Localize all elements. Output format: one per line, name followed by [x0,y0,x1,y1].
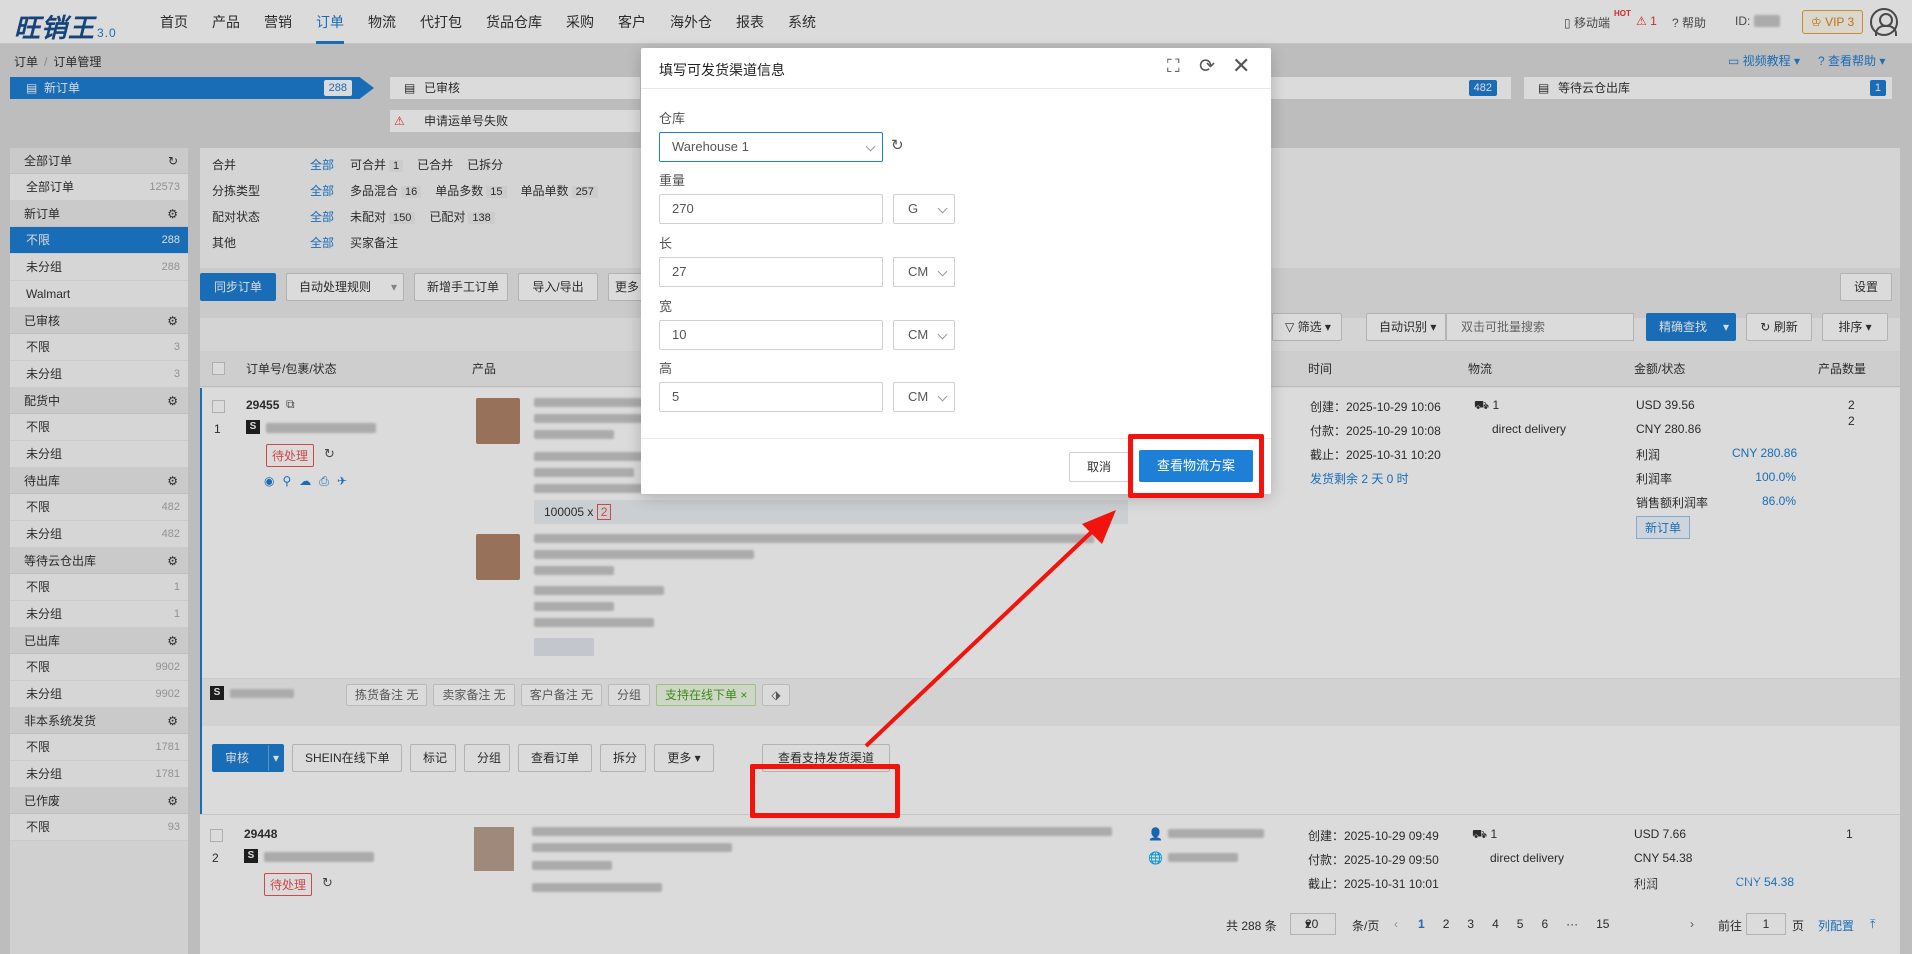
dialog-title: 填写可发货渠道信息 [659,62,785,78]
dialog-header-divider [641,88,1271,89]
chevron-down-icon [937,203,948,214]
chevron-down-icon [937,391,948,402]
height-input[interactable]: 5 [659,382,883,412]
fullscreen-icon[interactable]: ⛶ [1167,56,1180,77]
length-input[interactable]: 27 [659,257,883,287]
length-unit-select[interactable]: CM [893,257,955,287]
height-label: 高 [659,361,673,376]
width-input[interactable]: 10 [659,320,883,350]
highlight-box-confirm [1128,434,1264,498]
shipping-channel-dialog: 填写可发货渠道信息 ⛶ ⟳ ✕ 仓库 Warehouse 1 ↻ 重量 270 … [641,48,1271,494]
width-label: 宽 [659,299,673,314]
height-unit-select[interactable]: CM [893,382,955,412]
width-unit-select[interactable]: CM [893,320,955,350]
annotation-arrow [864,510,1116,748]
weight-input[interactable]: 270 [659,194,883,224]
weight-unit-select[interactable]: G [893,194,955,224]
chevron-down-icon [937,329,948,340]
reload-icon[interactable]: ⟳ [1199,55,1215,78]
cancel-button[interactable]: 取消 [1069,452,1129,482]
close-icon[interactable]: ✕ [1232,53,1250,79]
refresh-warehouse-icon[interactable]: ↻ [891,136,904,154]
weight-label: 重量 [659,173,686,188]
chevron-down-icon [865,141,876,152]
highlight-box-channels [750,764,900,818]
length-label: 长 [659,236,673,251]
chevron-down-icon [937,266,948,277]
warehouse-label: 仓库 [659,111,686,126]
warehouse-select[interactable]: Warehouse 1 [659,132,883,162]
arrow-line [864,522,1102,748]
